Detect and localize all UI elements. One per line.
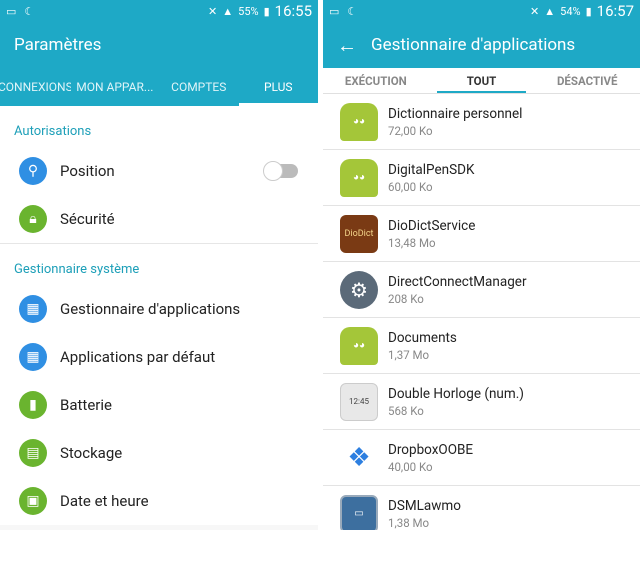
back-arrow-icon[interactable]: ← xyxy=(337,33,357,58)
settings-item-default-apps[interactable]: ▦ Applications par défaut xyxy=(0,333,318,381)
app-filter-tabs: EXÉCUTION TOUT DÉSACTIVÉ xyxy=(323,68,640,94)
section-autorisations: Autorisations ⚲ Position 🔒︎ Sécurité xyxy=(0,106,318,243)
page-title: Gestionnaire d'applications xyxy=(371,35,576,55)
calendar-icon: ▣ xyxy=(19,487,47,515)
battery-percent: 54% xyxy=(560,4,581,18)
android-icon: ◕◕ xyxy=(340,326,378,365)
app-bar: ← Gestionnaire d'applications xyxy=(323,22,640,68)
item-label: Position xyxy=(60,162,115,180)
app-name: Documents xyxy=(388,329,457,346)
item-label: Gestionnaire d'applications xyxy=(60,300,241,318)
app-size: 60,00 Ko xyxy=(388,179,433,194)
app-name: DSMLawmo xyxy=(388,497,461,514)
app-size: 72,00 Ko xyxy=(388,123,433,138)
mute-icon: ✕ xyxy=(530,4,540,18)
default-apps-icon: ▦ xyxy=(19,343,47,371)
storage-icon: ▤ xyxy=(19,439,47,467)
tab-desactive[interactable]: DÉSACTIVÉ xyxy=(534,68,640,93)
clock-time: 16:55 xyxy=(274,2,312,20)
tab-mon-appareil[interactable]: MON APPAR... xyxy=(71,68,159,106)
app-name: DropboxOOBE xyxy=(388,441,474,458)
signal-icon: ▲ xyxy=(544,4,556,18)
signal-icon: ▲ xyxy=(222,4,234,18)
dsm-icon: ▭ xyxy=(340,494,378,530)
settings-item-position[interactable]: ⚲ Position xyxy=(0,147,318,195)
position-toggle[interactable] xyxy=(263,161,298,181)
app-size: 1,37 Mo xyxy=(388,347,430,362)
gear-icon: ⚙ xyxy=(340,270,378,309)
app-size: 208 Ko xyxy=(388,291,424,306)
battery-icon: ▮ xyxy=(19,391,47,419)
item-label: Date et heure xyxy=(60,492,149,510)
section-title: Gestionnaire système xyxy=(14,262,140,277)
diodict-icon: DioDict xyxy=(340,214,378,253)
tab-comptes[interactable]: COMPTES xyxy=(159,68,239,106)
settings-screen: ▭ ☾ ✕ ▲ 55% ▮ 16:55 Paramètres CONNEXION… xyxy=(0,0,318,530)
section-title: Autorisations xyxy=(14,124,92,139)
settings-item-securite[interactable]: 🔒︎ Sécurité xyxy=(0,195,318,243)
battery-status-icon: ▮ xyxy=(263,4,270,18)
app-list: ◕◕ Dictionnaire personnel 72,00 Ko ◕◕ Di… xyxy=(323,94,640,530)
android-icon: ◕◕ xyxy=(340,158,378,197)
app-size: 13,48 Mo xyxy=(388,235,436,250)
list-item[interactable]: DioDict DioDictService 13,48 Mo xyxy=(323,206,640,262)
item-label: Sécurité xyxy=(60,210,115,228)
status-bar: ▭ ☾ ✕ ▲ 55% ▮ 16:55 xyxy=(0,0,318,22)
mute-icon: ✕ xyxy=(208,4,218,18)
clock-time: 16:57 xyxy=(596,2,634,20)
tab-tout[interactable]: TOUT xyxy=(429,68,535,93)
moon-icon: ☾ xyxy=(24,4,35,18)
app-name: DigitalPenSDK xyxy=(388,161,475,178)
list-item[interactable]: ⚙ DirectConnectManager 208 Ko xyxy=(323,262,640,318)
settings-item-battery[interactable]: ▮ Batterie xyxy=(0,381,318,429)
list-item[interactable]: ◕◕ Documents 1,37 Mo xyxy=(323,318,640,374)
list-item[interactable]: ❖ DropboxOOBE 40,00 Ko xyxy=(323,430,640,486)
app-name: Double Horloge (num.) xyxy=(388,385,524,402)
moon-icon: ☾ xyxy=(347,4,358,18)
tab-plus[interactable]: PLUS xyxy=(238,68,319,106)
tab-connexions[interactable]: CONNEXIONS xyxy=(0,68,71,106)
location-icon: ⚲ xyxy=(19,157,47,185)
item-label: Batterie xyxy=(60,396,112,414)
android-icon: ◕◕ xyxy=(340,102,378,141)
item-label: Applications par défaut xyxy=(60,348,216,366)
apps-grid-icon: ▦ xyxy=(19,295,47,323)
app-manager-screen: ▭ ☾ ✕ ▲ 54% ▮ 16:57 ← Gestionnaire d'app… xyxy=(323,0,640,530)
battery-status-icon: ▮ xyxy=(585,4,592,18)
clock-icon: 12:45 xyxy=(340,382,378,421)
sim-icon: ▭ xyxy=(6,4,17,18)
list-item[interactable]: ◕◕ Dictionnaire personnel 72,00 Ko xyxy=(323,94,640,150)
app-bar: Paramètres xyxy=(0,22,318,68)
app-name: DirectConnectManager xyxy=(388,273,527,290)
tab-execution[interactable]: EXÉCUTION xyxy=(323,68,429,93)
settings-item-app-manager[interactable]: ▦ Gestionnaire d'applications xyxy=(0,285,318,333)
battery-percent: 55% xyxy=(238,4,259,18)
section-gestionnaire-systeme: Gestionnaire système ▦ Gestionnaire d'ap… xyxy=(0,243,318,525)
app-name: Dictionnaire personnel xyxy=(388,105,523,122)
app-size: 40,00 Ko xyxy=(388,459,433,474)
list-item[interactable]: ▭ DSMLawmo 1,38 Mo xyxy=(323,486,640,530)
lock-icon: 🔒︎ xyxy=(19,205,47,233)
sim-icon: ▭ xyxy=(329,4,340,18)
settings-item-storage[interactable]: ▤ Stockage xyxy=(0,429,318,477)
list-item[interactable]: ◕◕ DigitalPenSDK 60,00 Ko xyxy=(323,150,640,206)
status-bar: ▭ ☾ ✕ ▲ 54% ▮ 16:57 xyxy=(323,0,640,22)
settings-tabs: CONNEXIONS MON APPAR... COMPTES PLUS xyxy=(0,68,318,106)
list-item[interactable]: 12:45 Double Horloge (num.) 568 Ko xyxy=(323,374,640,430)
app-size: 1,38 Mo xyxy=(388,515,430,530)
dropbox-icon: ❖ xyxy=(347,442,371,473)
app-size: 568 Ko xyxy=(388,403,424,418)
toggle-knob xyxy=(263,161,283,181)
app-name: DioDictService xyxy=(388,217,476,234)
settings-item-date-time[interactable]: ▣ Date et heure xyxy=(0,477,318,525)
item-label: Stockage xyxy=(60,444,123,462)
page-title: Paramètres xyxy=(14,35,102,55)
